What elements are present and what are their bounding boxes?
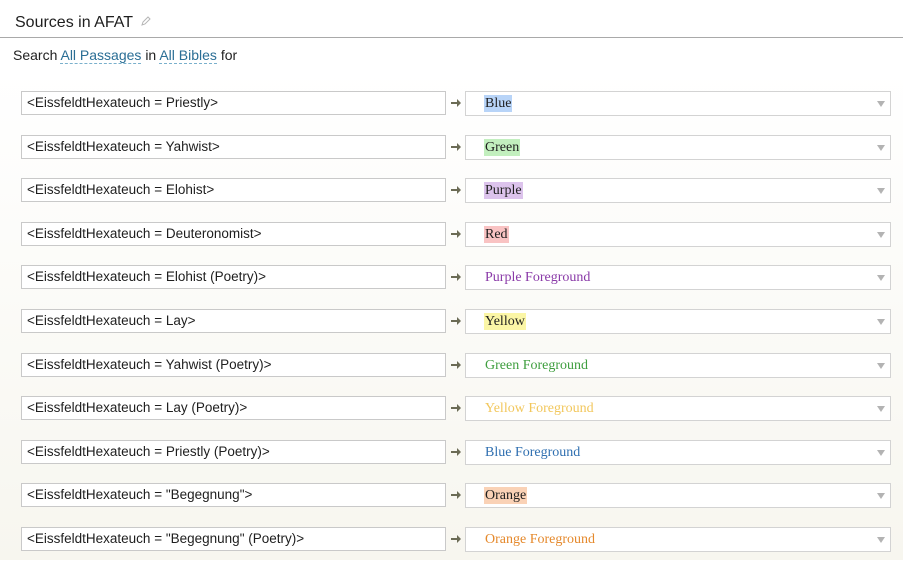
- style-label: Orange: [484, 487, 528, 505]
- chevron-down-icon[interactable]: [877, 493, 885, 500]
- query-input[interactable]: <EissfeldtHexateuch = Elohist>: [21, 178, 446, 203]
- query-input[interactable]: <EissfeldtHexateuch = Yahwist (Poetry)>: [21, 352, 446, 377]
- search-middle: in: [145, 47, 157, 63]
- source-rule-list: <EissfeldtHexateuch = Priestly> Blue <Eiss…: [0, 91, 903, 571]
- chevron-down-icon[interactable]: [877, 231, 885, 238]
- source-rule-row: <EissfeldtHexateuch = Deuteronomist> Red: [0, 221, 903, 266]
- chevron-down-icon[interactable]: [877, 275, 885, 282]
- query-input[interactable]: <EissfeldtHexateuch = Priestly>: [21, 91, 446, 115]
- bibles-scope-link[interactable]: All Bibles: [159, 47, 217, 64]
- style-label: Purple: [484, 182, 523, 200]
- style-label: Green: [484, 138, 521, 156]
- pencil-icon[interactable]: [141, 16, 151, 26]
- style-select[interactable]: Blue Foreground: [465, 439, 891, 465]
- source-rule-row: <EissfeldtHexateuch = Elohist> Purple: [0, 178, 903, 222]
- arrow-right-icon: [451, 447, 461, 456]
- query-input[interactable]: <EissfeldtHexateuch = "Begegnung">: [21, 483, 446, 508]
- style-select[interactable]: Purple Foreground: [465, 265, 891, 291]
- arrow-right-icon: [451, 534, 461, 543]
- query-input[interactable]: <EissfeldtHexateuch = Lay (Poetry)>: [21, 396, 446, 421]
- chevron-down-icon[interactable]: [877, 362, 885, 369]
- title-bar: Sources in AFAT: [0, 0, 903, 38]
- chevron-down-icon[interactable]: [877, 144, 885, 151]
- chevron-down-icon[interactable]: [877, 188, 885, 195]
- source-rule-row: <EissfeldtHexateuch = Elohist (Poetry)> P…: [0, 265, 903, 309]
- style-select[interactable]: Red: [465, 221, 891, 247]
- style-label: Orange Foreground: [485, 531, 596, 547]
- query-input[interactable]: <EissfeldtHexateuch = Deuteronomist>: [21, 221, 446, 246]
- arrow-right-icon: [451, 142, 461, 151]
- style-label: Yellow Foreground: [485, 401, 594, 417]
- arrow-right-icon: [451, 316, 461, 325]
- source-rule-row: <EissfeldtHexateuch = Lay> Yellow: [0, 308, 903, 353]
- search-suffix: for: [220, 47, 238, 63]
- search-prefix: Search: [13, 47, 58, 63]
- style-label: Blue Foreground: [485, 444, 581, 460]
- query-input[interactable]: <EissfeldtHexateuch = Priestly (Poetry)>: [21, 439, 446, 464]
- chevron-down-icon[interactable]: [877, 536, 885, 543]
- source-rule-row: <EissfeldtHexateuch = "Begegnung" (Poetr…: [0, 526, 903, 571]
- source-rule-row: <EissfeldtHexateuch = "Begegnung"> Orange: [0, 483, 903, 527]
- style-label: Yellow: [484, 312, 526, 330]
- search-scope-line: Search All Passages in All Bibles for: [13, 46, 237, 64]
- query-input[interactable]: <EissfeldtHexateuch = Yahwist>: [21, 134, 446, 159]
- chevron-down-icon[interactable]: [877, 449, 885, 456]
- style-label: Blue: [484, 95, 513, 112]
- source-rule-row: <EissfeldtHexateuch = Priestly (Poetry)>…: [0, 439, 903, 484]
- style-label: Red: [484, 225, 509, 243]
- arrow-right-icon: [451, 186, 461, 195]
- arrow-right-icon: [451, 360, 461, 369]
- passages-scope-link[interactable]: All Passages: [60, 47, 142, 64]
- page-title: Sources in AFAT: [15, 14, 133, 31]
- arrow-right-icon: [451, 229, 461, 238]
- style-select[interactable]: Blue: [465, 91, 891, 116]
- arrow-right-icon: [451, 273, 461, 282]
- style-label: Green Foreground: [485, 357, 589, 373]
- source-rule-row: <EissfeldtHexateuch = Yahwist (Poetry)> G…: [0, 352, 903, 397]
- style-select[interactable]: Yellow Foreground: [465, 396, 891, 422]
- arrow-right-icon: [451, 99, 461, 107]
- query-input[interactable]: <EissfeldtHexateuch = Elohist (Poetry)>: [21, 265, 446, 290]
- chevron-down-icon[interactable]: [877, 406, 885, 413]
- chevron-down-icon[interactable]: [877, 318, 885, 325]
- source-rule-row: <EissfeldtHexateuch = Yahwist> Green: [0, 134, 903, 179]
- query-input[interactable]: <EissfeldtHexateuch = Lay>: [21, 308, 446, 333]
- style-select[interactable]: Purple: [465, 178, 891, 204]
- query-input[interactable]: <EissfeldtHexateuch = "Begegnung" (Poetr…: [21, 526, 446, 551]
- source-rule-row: <EissfeldtHexateuch = Lay (Poetry)> Yello…: [0, 396, 903, 440]
- style-select[interactable]: Yellow: [465, 308, 891, 334]
- style-select[interactable]: Green: [465, 134, 891, 160]
- arrow-right-icon: [451, 491, 461, 500]
- style-label: Purple Foreground: [485, 270, 591, 286]
- style-select[interactable]: Green Foreground: [465, 352, 891, 378]
- style-select[interactable]: Orange Foreground: [465, 526, 891, 552]
- chevron-down-icon[interactable]: [877, 101, 885, 107]
- source-rule-row: <EissfeldtHexateuch = Priestly> Blue: [0, 91, 903, 135]
- arrow-right-icon: [451, 404, 461, 413]
- style-select[interactable]: Orange: [465, 483, 891, 509]
